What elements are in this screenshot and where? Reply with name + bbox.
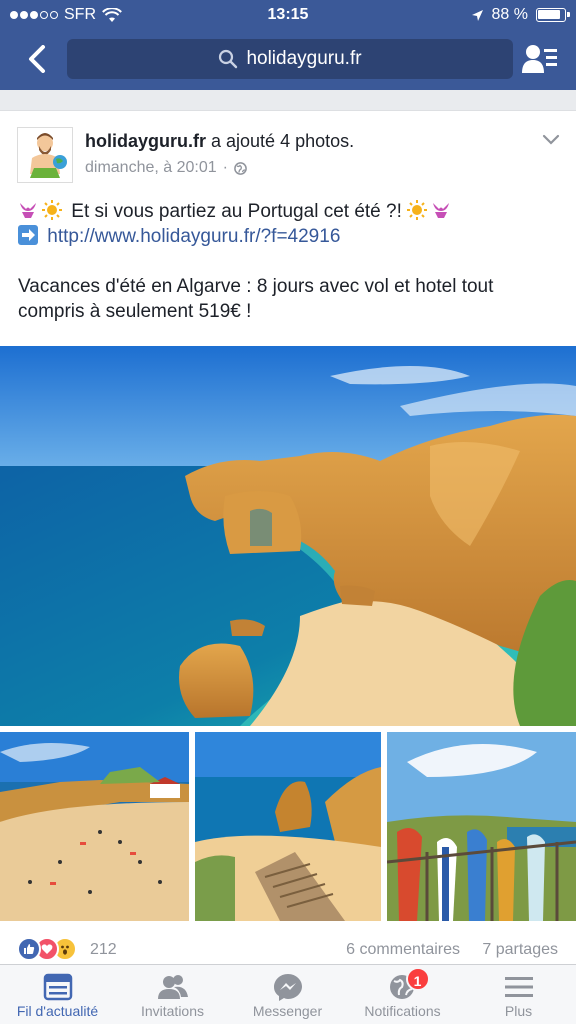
- reactions-bar: 212 6 commentaires 7 partages: [0, 931, 576, 967]
- tab-notifications[interactable]: 1 Notifications: [345, 965, 460, 1024]
- tab-news-feed[interactable]: Fil d'actualité: [0, 965, 115, 1024]
- post-meta: dimanche, à 20:01 ·: [85, 159, 247, 177]
- like-reaction-icon: [17, 937, 41, 961]
- shares-count[interactable]: 7 partages: [482, 941, 558, 959]
- news-feed-icon: [43, 973, 73, 1001]
- reaction-count[interactable]: 212: [90, 941, 117, 959]
- battery-percent: 88 %: [491, 6, 528, 23]
- tab-label: Notifications: [364, 1003, 441, 1019]
- post-action: a ajouté 4 photos.: [211, 131, 355, 151]
- top-bar: SFR 13:15 88 % holidayguru.fr: [0, 0, 576, 90]
- tab-label: Plus: [504, 1003, 533, 1019]
- sun-icon: [42, 200, 62, 220]
- status-bar: SFR 13:15 88 %: [0, 0, 576, 30]
- search-bar[interactable]: holidayguru.fr: [67, 39, 513, 79]
- post-photo-4[interactable]: [387, 732, 576, 921]
- url-text: holidayguru.fr: [246, 48, 362, 69]
- post-line-1: Et si vous partiez au Portugal cet été ?…: [18, 199, 563, 224]
- notification-badge: 1: [405, 967, 430, 991]
- navigation-bar: holidayguru.fr: [0, 34, 576, 86]
- post-link[interactable]: http://www.holidayguru.fr/?f=42916: [47, 226, 340, 247]
- search-icon: [219, 49, 238, 69]
- post-line-1-text: Et si vous partiez au Portugal cet été ?…: [71, 201, 402, 222]
- post-line-3: Vacances d'été en Algarve : 8 jours avec…: [18, 276, 494, 322]
- post-photo-main[interactable]: [0, 346, 576, 726]
- post-header: holidayguru.fr a ajouté 4 photos.: [85, 131, 354, 152]
- beach-stairs-image: [195, 732, 381, 921]
- bikini-icon: [20, 203, 36, 218]
- screen: SFR 13:15 88 % holidayguru.fr holidaygur…: [0, 0, 576, 1024]
- tab-more[interactable]: Plus: [461, 965, 576, 1024]
- tab-messenger[interactable]: Messenger: [230, 965, 345, 1024]
- post-photo-2[interactable]: [0, 732, 189, 921]
- menu-icon: [504, 973, 534, 1001]
- guru-logo-icon: [18, 128, 72, 182]
- tab-label: Invitations: [140, 1003, 205, 1019]
- friend-requests-button[interactable]: [522, 43, 558, 75]
- beach-crowd-image: [0, 732, 189, 921]
- page-avatar[interactable]: [17, 127, 73, 183]
- post-timestamp[interactable]: dimanche, à 20:01: [85, 159, 217, 177]
- tab-label: Fil d'actualité: [16, 1003, 99, 1019]
- bottom-tab-bar: Fil d'actualité Invitations Messenger 1 …: [0, 964, 576, 1024]
- right-arrow-icon: [18, 225, 38, 245]
- post-photo-thumbnails: [0, 732, 576, 921]
- friend-list-icon: [522, 45, 557, 73]
- bikini-icon: [433, 203, 450, 218]
- location-arrow-icon: [471, 9, 483, 21]
- friends-icon: [157, 973, 188, 1001]
- battery-icon: [536, 8, 570, 22]
- back-button[interactable]: [20, 42, 54, 76]
- messenger-icon: [273, 973, 303, 1001]
- globe-public-icon: [234, 161, 247, 175]
- author-name[interactable]: holidayguru.fr: [85, 131, 206, 151]
- surfboards-image: [387, 732, 576, 921]
- post-options-chevron-icon[interactable]: [542, 133, 560, 145]
- tab-invitations[interactable]: Invitations: [115, 965, 230, 1024]
- globe-icon: 1: [388, 967, 430, 1001]
- algarve-cliffs-image: [0, 346, 576, 726]
- tab-label: Messenger: [252, 1003, 323, 1019]
- post-line-2: http://www.holidayguru.fr/?f=42916: [18, 224, 563, 249]
- post-photo-3[interactable]: [195, 732, 381, 921]
- reaction-icons[interactable]: [17, 937, 77, 961]
- back-chevron-icon: [29, 45, 45, 73]
- post-text: Et si vous partiez au Portugal cet été ?…: [18, 199, 563, 324]
- meta-separator: ·: [222, 159, 228, 176]
- post-card: holidayguru.fr a ajouté 4 photos. dimanc…: [0, 110, 576, 965]
- sun-icon: [407, 200, 428, 220]
- comments-count[interactable]: 6 commentaires: [346, 941, 460, 959]
